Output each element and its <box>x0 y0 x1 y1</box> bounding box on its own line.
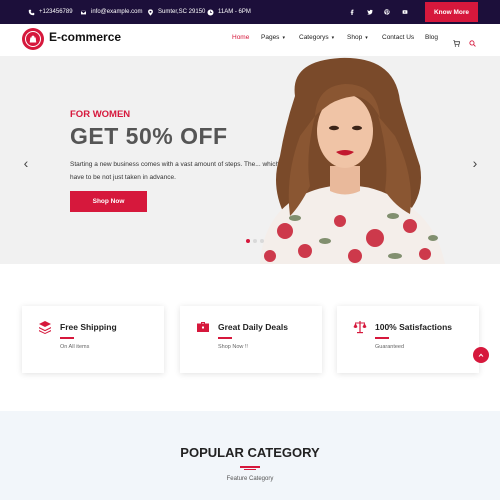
chevron-down-icon: ▾ <box>282 34 285 41</box>
address-info: Sumter,SC 29150 <box>147 0 205 24</box>
envelope-icon <box>80 9 87 15</box>
know-more-button[interactable]: Know More <box>425 2 478 22</box>
feature-subtitle: On All items <box>60 344 90 350</box>
hero-title: GET 50% OFF <box>70 123 228 149</box>
phone-info[interactable]: +123456789 <box>28 0 73 24</box>
nav-blog[interactable]: Blog <box>425 34 438 41</box>
feature-underline <box>375 337 389 339</box>
hero-subtitle: FOR WOMEN <box>70 109 131 120</box>
section-title: POPULAR CATEGORY <box>180 445 320 460</box>
slide-dot-1[interactable] <box>246 239 250 243</box>
feature-card-shipping: Free Shipping On All items <box>22 306 164 373</box>
phone-icon <box>28 9 35 15</box>
hours-info: 11AM - 6PM <box>207 0 251 24</box>
section-underline-small <box>244 469 256 470</box>
feature-card-satisfaction: 100% Satisfactions Guaranteed <box>337 306 479 373</box>
youtube-icon <box>402 10 408 14</box>
feature-subtitle: Shop Now !! <box>218 344 248 350</box>
scale-icon <box>353 320 367 334</box>
pinterest-icon <box>384 9 390 15</box>
nav-home-label: Home <box>232 34 250 41</box>
hero-slider: FOR WOMEN GET 50% OFF Starting a new bus… <box>0 56 500 264</box>
nav-home[interactable]: Home <box>232 34 249 41</box>
top-bar: +123456789 info@example.com Sumter,SC 29… <box>0 0 500 24</box>
nav-shop[interactable]: Shop ▾ <box>347 34 368 41</box>
youtube-link[interactable] <box>400 0 410 24</box>
feature-underline <box>60 337 74 339</box>
chevron-right-icon: › <box>472 155 478 171</box>
next-slide-button[interactable]: › <box>469 155 481 171</box>
email-text: info@example.com <box>91 9 143 15</box>
address-text: Sumter,SC 29150 <box>158 9 206 15</box>
nav-contact-label: Contact Us <box>382 34 415 41</box>
feature-underline <box>218 337 232 339</box>
cart-button[interactable] <box>453 34 461 47</box>
layers-icon <box>38 320 52 334</box>
brand-name[interactable]: E-commerce <box>49 30 121 44</box>
section-subtitle: Feature Category <box>226 476 274 482</box>
nav-categorys-label: Categorys <box>299 34 329 41</box>
facebook-icon <box>350 9 354 15</box>
prev-slide-button[interactable]: ‹ <box>20 155 32 171</box>
nav-pages-label: Pages <box>261 34 280 41</box>
logo-ring <box>25 31 41 47</box>
feature-title: Great Daily Deals <box>218 322 288 332</box>
hours-text: 11AM - 6PM <box>218 9 251 15</box>
phone-text: +123456789 <box>39 9 73 15</box>
clock-icon <box>207 8 214 16</box>
nav-pages[interactable]: Pages ▾ <box>261 34 285 41</box>
nav-contact[interactable]: Contact Us <box>382 34 414 41</box>
twitter-icon <box>367 9 373 15</box>
pinterest-link[interactable] <box>382 0 392 24</box>
main-header: E-commerce Home Pages ▾ Categorys ▾ Shop… <box>0 24 500 56</box>
feature-title: Free Shipping <box>60 322 117 332</box>
scroll-to-top-button[interactable] <box>473 347 489 363</box>
chevron-left-icon: ‹ <box>23 155 29 171</box>
hero-model-image <box>260 57 445 264</box>
search-icon <box>469 40 476 47</box>
section-underline <box>240 466 260 468</box>
nav-shop-label: Shop <box>347 34 363 41</box>
chevron-up-icon <box>478 353 484 357</box>
popular-category-section: POPULAR CATEGORY Feature Category <box>0 411 500 500</box>
shop-now-button[interactable]: Shop Now <box>70 191 147 212</box>
cart-icon <box>453 40 461 47</box>
feature-subtitle: Guaranteed <box>375 344 405 350</box>
feature-title: 100% Satisfactions <box>375 322 453 332</box>
features-section: Free Shipping On All items Great Daily D… <box>0 264 500 411</box>
location-pin-icon <box>148 8 153 16</box>
shopping-bag-icon <box>29 35 37 43</box>
nav-blog-label: Blog <box>425 34 439 41</box>
slide-dot-2[interactable] <box>253 239 257 243</box>
search-button[interactable] <box>469 34 477 47</box>
email-info[interactable]: info@example.com <box>80 0 142 24</box>
chevron-down-icon: ▾ <box>331 34 335 41</box>
briefcase-icon <box>196 320 210 334</box>
facebook-link[interactable] <box>347 0 357 24</box>
slide-dot-3[interactable] <box>260 239 264 243</box>
nav-categorys[interactable]: Categorys ▾ <box>299 34 334 41</box>
brand-logo[interactable] <box>22 28 44 50</box>
feature-card-deals: Great Daily Deals Shop Now !! <box>180 306 322 373</box>
twitter-link[interactable] <box>365 0 375 24</box>
chevron-down-icon: ▾ <box>365 34 368 41</box>
